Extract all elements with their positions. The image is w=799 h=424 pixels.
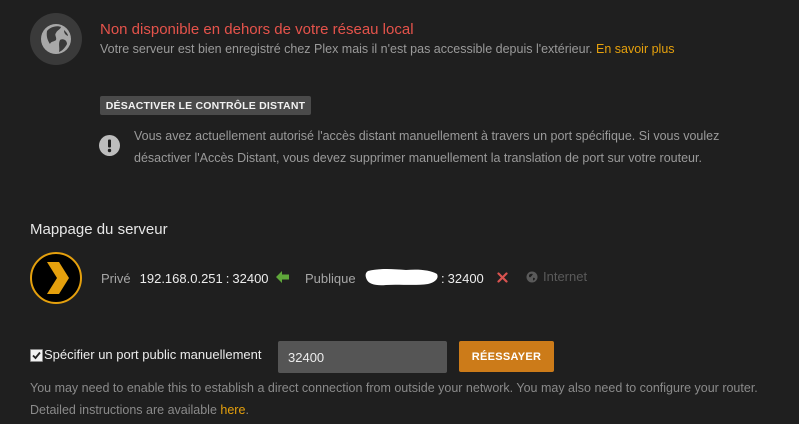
public-port-input[interactable] xyxy=(278,341,447,373)
public-port-group: : 32400 xyxy=(441,269,484,287)
plex-chevron-logo xyxy=(30,252,82,304)
private-ip: 192.168.0.251 xyxy=(139,270,223,286)
public-address: Publique xyxy=(305,269,356,287)
globe-small-icon xyxy=(526,271,538,283)
manual-port-checkbox[interactable] xyxy=(30,349,43,362)
public-separator: : xyxy=(441,270,445,286)
manual-port-label[interactable]: Spécifier un port public manuellement xyxy=(44,347,262,362)
redacted-public-ip xyxy=(365,269,438,286)
arrow-left-icon xyxy=(276,271,289,283)
private-port: 32400 xyxy=(232,270,269,286)
disable-remote-access-button[interactable]: DÉSACTIVER LE CONTRÔLE DISTANT xyxy=(100,96,311,115)
learn-more-link[interactable]: En savoir plus xyxy=(596,42,675,56)
public-label: Publique xyxy=(305,270,356,286)
private-label: Privé xyxy=(101,270,131,286)
internet-label: Internet xyxy=(543,269,588,284)
private-address: Privé 192.168.0.251 : 32400 xyxy=(101,269,269,287)
public-port: 32400 xyxy=(447,270,484,286)
status-description: Votre serveur est bien enregistré chez P… xyxy=(100,42,675,56)
checkmark-icon xyxy=(32,351,41,360)
exclamation-icon xyxy=(99,135,120,156)
help-text-end: . xyxy=(245,403,249,417)
instructions-link[interactable]: here xyxy=(220,403,245,417)
status-description-text: Votre serveur est bien enregistré chez P… xyxy=(100,42,593,56)
help-text-body: You may need to enable this to establish… xyxy=(30,381,758,417)
globe-icon xyxy=(30,13,82,65)
help-text: You may need to enable this to establish… xyxy=(30,377,790,421)
status-title: Non disponible en dehors de votre réseau… xyxy=(100,21,414,38)
private-separator: : xyxy=(225,270,230,286)
mapping-title: Mappage du serveur xyxy=(30,221,168,238)
remote-access-warning: Vous avez actuellement autorisé l'accès … xyxy=(134,129,720,165)
x-icon xyxy=(497,272,508,283)
retry-button[interactable]: RÉESSAYER xyxy=(459,341,554,372)
